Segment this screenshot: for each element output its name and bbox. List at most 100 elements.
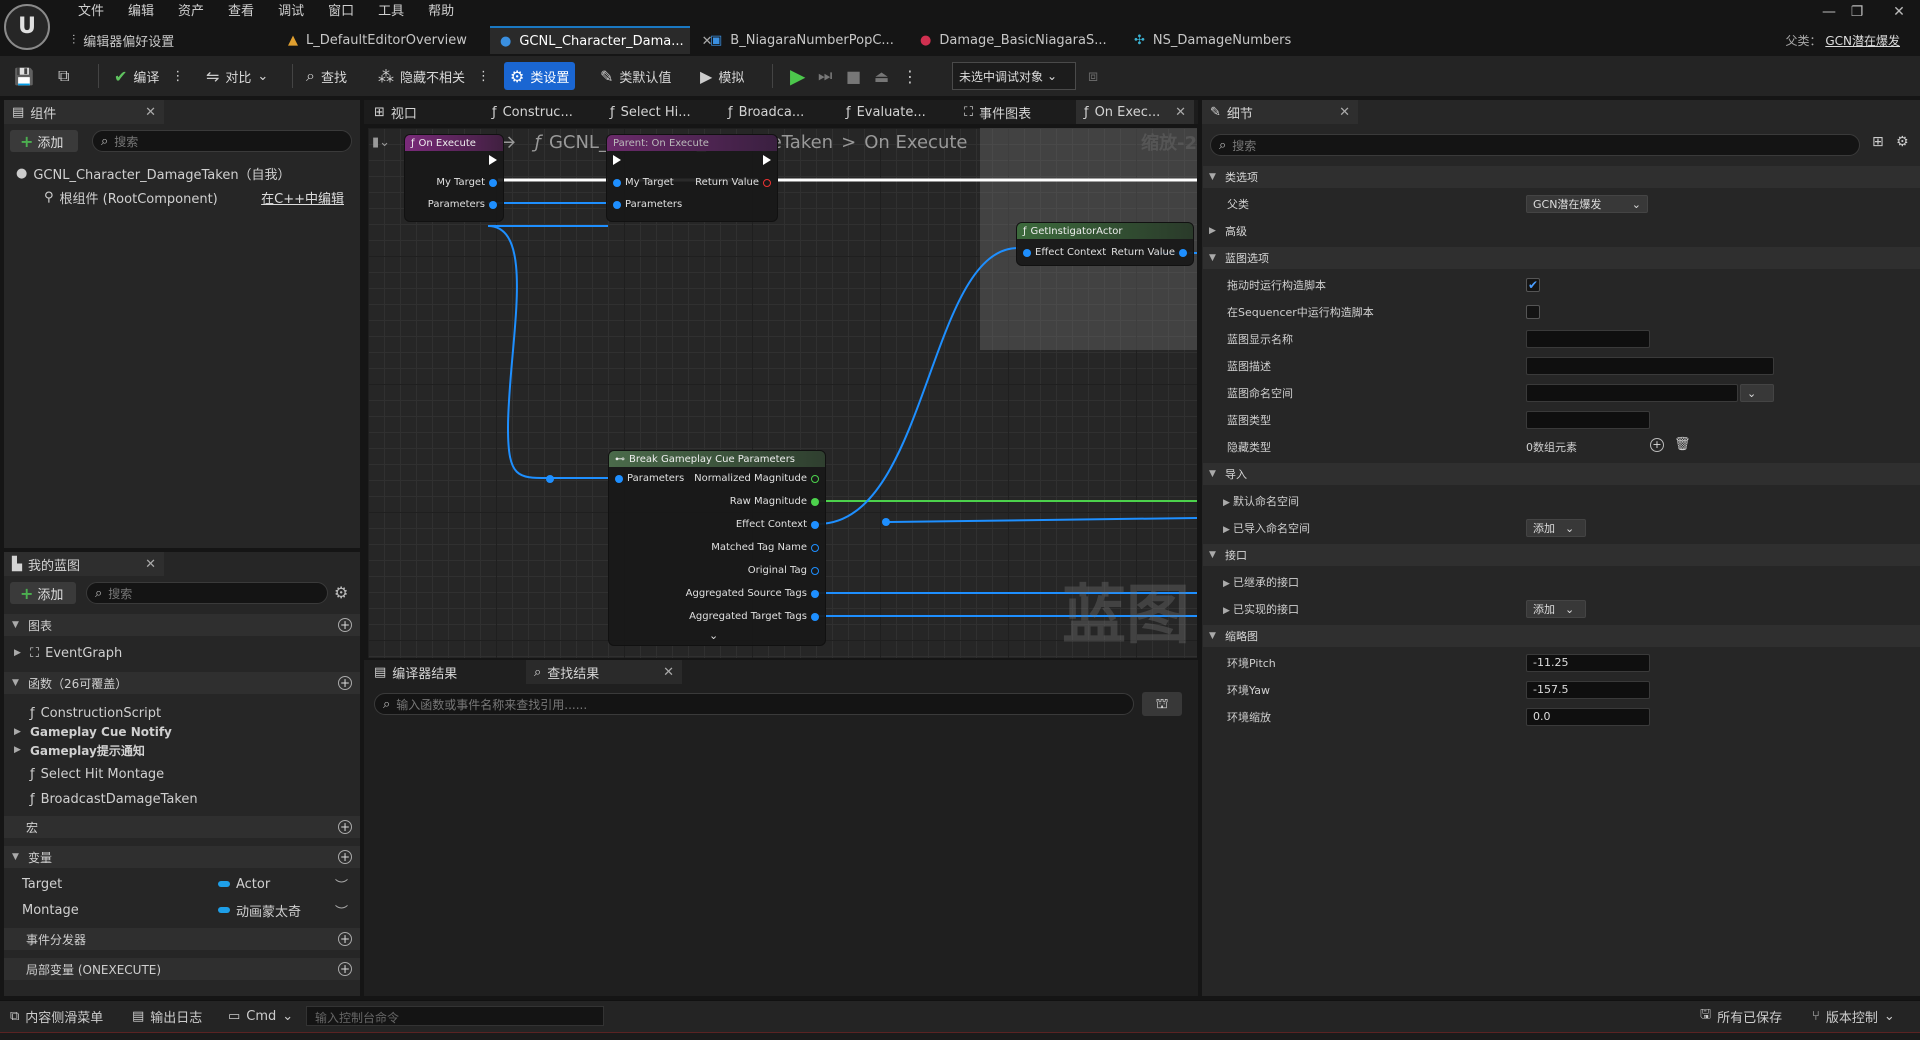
- graph-item-eventgraph[interactable]: ▶ ⛶ EventGraph: [4, 642, 360, 664]
- debug-object-select[interactable]: 未选中调试对象 ⌄: [952, 62, 1076, 90]
- section-class-options[interactable]: ▼ 类选项: [1203, 166, 1920, 188]
- doc-tab-ns-damage[interactable]: ✣ NS_DamageNumbers: [1124, 26, 1301, 54]
- my-blueprint-tab[interactable]: ▙ 我的蓝图 ✕: [4, 552, 164, 576]
- doc-tab-level[interactable]: ▲ L_DefaultEditorOverview: [278, 26, 477, 54]
- unreal-logo[interactable]: U: [4, 4, 50, 50]
- parent-class-dropdown[interactable]: GCN潜在爆发 ⌄: [1526, 195, 1648, 213]
- menu-window[interactable]: 窗口: [316, 3, 366, 21]
- add-function-icon[interactable]: +: [338, 676, 352, 690]
- graph-tab-broadcast[interactable]: ƒ Broadca...: [720, 100, 812, 124]
- menu-view[interactable]: 查看: [216, 3, 266, 21]
- pin-original-tag[interactable]: Original Tag: [748, 565, 819, 576]
- more-options-icon[interactable]: ⋮: [171, 69, 184, 84]
- section-variables[interactable]: ▼ 变量 +: [4, 846, 360, 868]
- console-command-input[interactable]: 输入控制台命令: [306, 1006, 604, 1026]
- add-member-button[interactable]: + 添加: [10, 582, 76, 604]
- more-options-icon[interactable]: ⋮: [477, 69, 490, 84]
- section-interfaces[interactable]: ▼ 接口: [1203, 544, 1920, 566]
- content-drawer-button[interactable]: ⧉ 内容侧滑菜单: [10, 1006, 103, 1026]
- function-category-gc-hint[interactable]: ▶ Gameplay提示通知: [4, 741, 344, 759]
- compile-button[interactable]: ✔ 编译 ⋮: [108, 62, 190, 90]
- section-local-variables[interactable]: 局部变量 (ONEXECUTE) +: [4, 958, 360, 980]
- add-element-icon[interactable]: +: [1650, 438, 1664, 452]
- minimize-icon[interactable]: —: [1814, 2, 1844, 22]
- run-construct-sequencer-checkbox[interactable]: [1526, 305, 1540, 319]
- source-control-button[interactable]: ⑂ 版本控制 ⌄: [1812, 1006, 1895, 1026]
- graph-tab-event-graph[interactable]: ⛶ 事件图表: [956, 100, 1039, 124]
- section-macros[interactable]: 宏 +: [4, 816, 360, 838]
- variable-item-montage[interactable]: Montage 动画蒙太奇 ︶: [12, 899, 358, 921]
- graph-canvas[interactable]: ▮⌄ 🡐 🡒 ƒ GCNL_Character_DamageTaken > On…: [368, 128, 1197, 658]
- doc-tab-editor-prefs[interactable]: ⫶ 编辑器偏好设置: [62, 26, 184, 54]
- namespace-input[interactable]: [1526, 384, 1738, 402]
- pin-parameters[interactable]: Parameters: [428, 199, 497, 210]
- component-self-item[interactable]: ● GCNL_Character_DamageTaken（自我）: [6, 162, 356, 184]
- diff-button[interactable]: ⇋ 对比 ⌄: [200, 62, 274, 90]
- add-local-variable-icon[interactable]: +: [338, 962, 352, 976]
- run-construct-on-drag-checkbox[interactable]: ✔: [1526, 278, 1540, 292]
- components-tab[interactable]: ▤ 组件 ✕: [4, 100, 164, 124]
- env-pitch-input[interactable]: -11.25: [1526, 654, 1650, 672]
- graph-tab-construction[interactable]: ƒ Construc...: [484, 100, 581, 124]
- exec-out-pin[interactable]: [489, 155, 497, 165]
- menu-help[interactable]: 帮助: [416, 3, 466, 21]
- menu-file[interactable]: 文件: [66, 3, 116, 21]
- doc-tab-niagara-popc[interactable]: ▣ B_NiagaraNumberPopC...: [700, 26, 904, 54]
- all-saved-status[interactable]: 🖫 所有已保存: [1700, 1006, 1782, 1026]
- category-input[interactable]: [1526, 411, 1650, 429]
- add-component-button[interactable]: + 添加: [10, 130, 78, 152]
- node-get-instigator-actor[interactable]: ƒ GetInstigatorActor Effect Context Retur…: [1016, 222, 1194, 266]
- section-thumbnail[interactable]: ▼ 缩略图: [1203, 625, 1920, 647]
- section-imports[interactable]: ▼ 导入: [1203, 463, 1920, 485]
- section-dispatchers[interactable]: 事件分发器 +: [4, 928, 360, 950]
- pin-raw-magnitude[interactable]: Raw Magnitude: [730, 496, 819, 507]
- simulate-button[interactable]: ▶ 模拟: [694, 62, 750, 90]
- visibility-eye-icon[interactable]: ︶: [335, 901, 348, 920]
- pin-aggregated-source-tags[interactable]: Aggregated Source Tags: [686, 588, 819, 599]
- pin-matched-tag-name[interactable]: Matched Tag Name: [711, 542, 819, 553]
- browse-button[interactable]: ⧉: [52, 62, 75, 90]
- row-inherited-interfaces[interactable]: ▶ 已继承的接口: [1203, 571, 1920, 593]
- pin-effect-context-out[interactable]: Effect Context: [736, 519, 819, 530]
- display-name-input[interactable]: [1526, 330, 1650, 348]
- pin-effect-context-in[interactable]: Effect Context: [1023, 247, 1106, 258]
- class-settings-button[interactable]: ⚙ 类设置: [504, 62, 576, 90]
- find-button[interactable]: ⌕ 查找: [300, 62, 353, 90]
- graph-tab-viewport[interactable]: ⊞ 视口: [366, 100, 425, 124]
- pin-parameters-in[interactable]: Parameters: [613, 199, 682, 210]
- step-button[interactable]: ⏭: [812, 62, 838, 90]
- find-results-search-input[interactable]: ⌕ 输入函数或事件名称来查找引用......: [374, 693, 1134, 715]
- components-search-input[interactable]: ⌕ 搜索: [92, 130, 352, 152]
- expand-node-chevron-icon[interactable]: ⌄: [709, 629, 718, 642]
- hide-unrelated-button[interactable]: ⁂ 隐藏不相关 ⋮: [372, 62, 496, 90]
- add-graph-icon[interactable]: +: [338, 618, 352, 632]
- section-graphs[interactable]: ▼ 图表 +: [4, 614, 360, 636]
- save-button[interactable]: 💾: [8, 62, 40, 90]
- pin-parameters-in[interactable]: Parameters: [615, 473, 684, 484]
- close-tab-icon[interactable]: ✕: [1175, 105, 1186, 120]
- close-tab-icon[interactable]: ✕: [145, 105, 156, 120]
- add-variable-icon[interactable]: +: [338, 850, 352, 864]
- graph-tab-on-execute[interactable]: ƒ On Exec... ✕: [1076, 100, 1194, 124]
- find-in-all-blueprints-button[interactable]: ⛫: [1142, 692, 1182, 716]
- details-search-input[interactable]: ⌕ 搜索: [1210, 134, 1860, 156]
- graph-tab-evaluate[interactable]: ƒ Evaluate...: [838, 100, 934, 124]
- row-default-namespaces[interactable]: ▶ 默认命名空间: [1203, 490, 1920, 512]
- restore-icon[interactable]: ❐: [1842, 2, 1872, 22]
- node-parent-on-execute[interactable]: Parent: On Execute My Target Return Valu…: [606, 134, 778, 222]
- close-tab-icon[interactable]: ✕: [663, 665, 674, 680]
- exec-in-pin[interactable]: [613, 155, 621, 165]
- debug-filter-button[interactable]: ⧈: [1082, 62, 1104, 90]
- play-options-button[interactable]: ⋮: [896, 62, 924, 90]
- node-break-gameplay-cue-params[interactable]: ⊷ Break Gameplay Cue Parameters Parameter…: [608, 450, 826, 646]
- close-tab-icon[interactable]: ✕: [1339, 105, 1350, 120]
- menu-tools[interactable]: 工具: [366, 3, 416, 21]
- close-window-icon[interactable]: ✕: [1884, 2, 1914, 22]
- pin-return-value[interactable]: Return Value: [1111, 247, 1187, 258]
- section-blueprint-options[interactable]: ▼ 蓝图选项: [1203, 247, 1920, 269]
- namespace-dropdown[interactable]: ⌄: [1740, 384, 1774, 402]
- my-blueprint-search-input[interactable]: ⌕ 搜索: [86, 582, 328, 604]
- component-root-item[interactable]: ⚲ 根组件 (RootComponent) 在C++中编辑: [34, 186, 354, 208]
- visibility-eye-icon[interactable]: ︶: [335, 875, 348, 894]
- table-view-icon[interactable]: ⊞: [1872, 134, 1884, 150]
